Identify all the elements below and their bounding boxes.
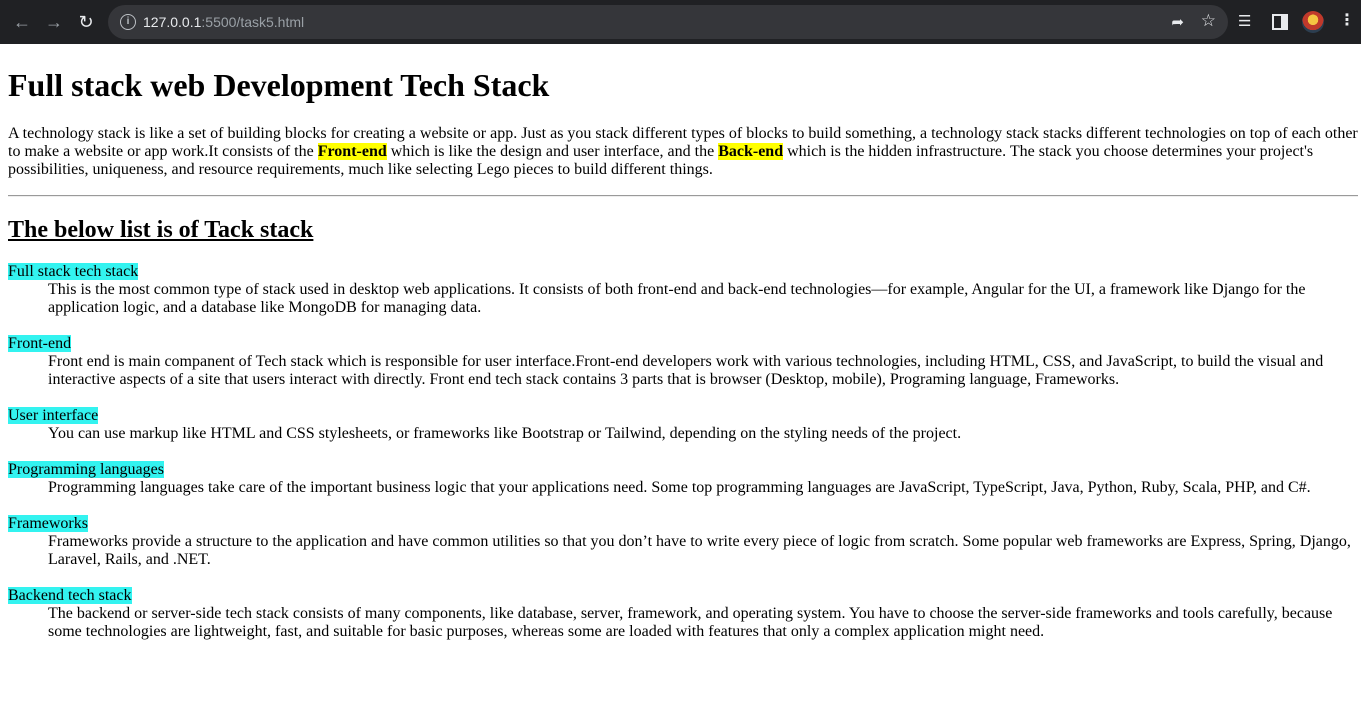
reload-icon[interactable]: ↻ [75,11,97,33]
share-icon[interactable]: ➦ [1171,13,1184,31]
media-control-icon[interactable]: ☰ [1238,12,1251,30]
horizontal-divider [8,195,1358,197]
side-panel-icon[interactable] [1272,14,1288,30]
intro-text-2: which is like the design and user interf… [386,143,719,160]
address-bar[interactable]: i 127.0.0.1:5500/task5.html ➦ ☆ [108,5,1228,39]
intro-paragraph: A technology stack is like a set of buil… [8,125,1358,179]
url-text[interactable]: 127.0.0.1:5500/task5.html [143,14,304,30]
bookmark-star-icon[interactable]: ☆ [1201,11,1216,31]
term-full-stack: Full stack tech stack [8,263,139,280]
highlight-back-end: Back-end [718,143,784,160]
page-content: Full stack web Development Tech Stack A … [0,66,1361,641]
site-info-icon[interactable]: i [120,14,136,30]
definition-backend-tech-stack: The backend or server-side tech stack co… [48,605,1333,640]
browser-toolbar: ← → ↻ i 127.0.0.1:5500/task5.html ➦ ☆ ☰ … [0,0,1361,44]
definition-frameworks: Frameworks provide a structure to the ap… [48,533,1351,568]
menu-kebab-icon[interactable]: ⋮ [1339,10,1355,30]
url-path: :5500/task5.html [201,14,305,30]
definition-user-interface: You can use markup like HTML and CSS sty… [48,425,962,442]
url-host: 127.0.0.1 [143,14,202,30]
profile-avatar-icon[interactable] [1302,11,1324,33]
term-programming-languages: Programming languages [8,461,164,478]
term-frameworks: Frameworks [8,515,88,532]
page-title: Full stack web Development Tech Stack [8,67,550,103]
tech-stack-list: Full stack tech stack This is the most c… [8,263,1358,641]
term-backend-tech-stack: Backend tech stack [8,587,132,604]
highlight-front-end: Front-end [317,143,387,160]
back-arrow-icon[interactable]: ← [11,11,33,33]
definition-programming-languages: Programming languages take care of the i… [48,479,1311,496]
definition-full-stack: This is the most common type of stack us… [48,281,1306,316]
term-front-end: Front-end [8,335,72,352]
definition-front-end: Front end is main companent of Tech stac… [48,353,1324,388]
list-heading: The below list is of Tack stack [8,217,314,243]
term-user-interface: User interface [8,407,99,424]
forward-arrow-icon[interactable]: → [43,11,65,33]
